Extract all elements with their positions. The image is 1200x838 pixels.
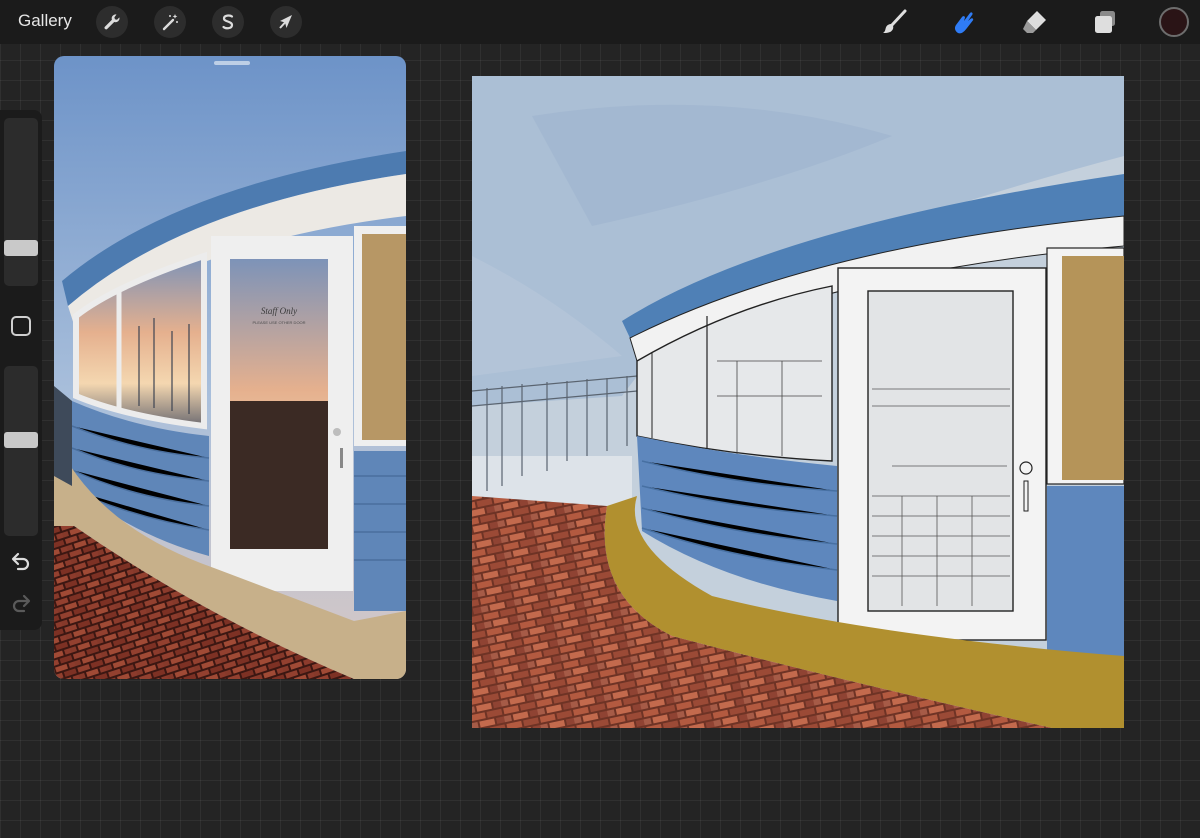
drawing-canvas[interactable] [472, 76, 1124, 728]
redo-button[interactable] [9, 592, 33, 616]
adjustments-button[interactable] [154, 6, 186, 38]
opacity-thumb[interactable] [4, 432, 38, 448]
top-toolbar: Gallery [0, 0, 1200, 44]
eraser-icon [1023, 11, 1046, 33]
selection-button[interactable] [212, 6, 244, 38]
layers-button[interactable] [1089, 6, 1121, 38]
magic-wand-icon [162, 14, 178, 31]
undo-icon [11, 552, 30, 571]
wrench-icon [104, 14, 120, 30]
smudge-finger-icon [954, 12, 974, 34]
actions-button[interactable] [96, 6, 128, 38]
brush-tool-button[interactable] [878, 6, 910, 38]
brush-size-slider[interactable] [4, 118, 38, 286]
door-sign-text: Staff Only [261, 306, 297, 316]
reference-photo-panel[interactable]: Staff Only PLEASE USE OTHER DOOR [54, 56, 406, 679]
sidebar [0, 110, 42, 630]
reference-drag-handle[interactable] [214, 61, 250, 65]
smudge-tool-button[interactable] [948, 6, 980, 38]
brush-icon [883, 9, 907, 34]
canvas-artwork [472, 76, 1124, 728]
opacity-slider[interactable] [4, 366, 38, 536]
undo-button[interactable] [9, 550, 33, 574]
redo-icon [12, 594, 31, 613]
arrow-cursor-icon [279, 15, 292, 29]
brush-size-thumb[interactable] [4, 240, 38, 256]
selection-s-icon [222, 14, 234, 30]
gallery-button[interactable]: Gallery [18, 11, 72, 31]
reference-photo: Staff Only PLEASE USE OTHER DOOR [54, 56, 406, 679]
eraser-tool-button[interactable] [1018, 6, 1050, 38]
transform-button[interactable] [270, 6, 302, 38]
layers-icon [1095, 11, 1115, 33]
color-picker-button[interactable] [1159, 7, 1189, 37]
modify-button[interactable] [11, 316, 31, 336]
door-sign-subtext: PLEASE USE OTHER DOOR [252, 320, 305, 325]
